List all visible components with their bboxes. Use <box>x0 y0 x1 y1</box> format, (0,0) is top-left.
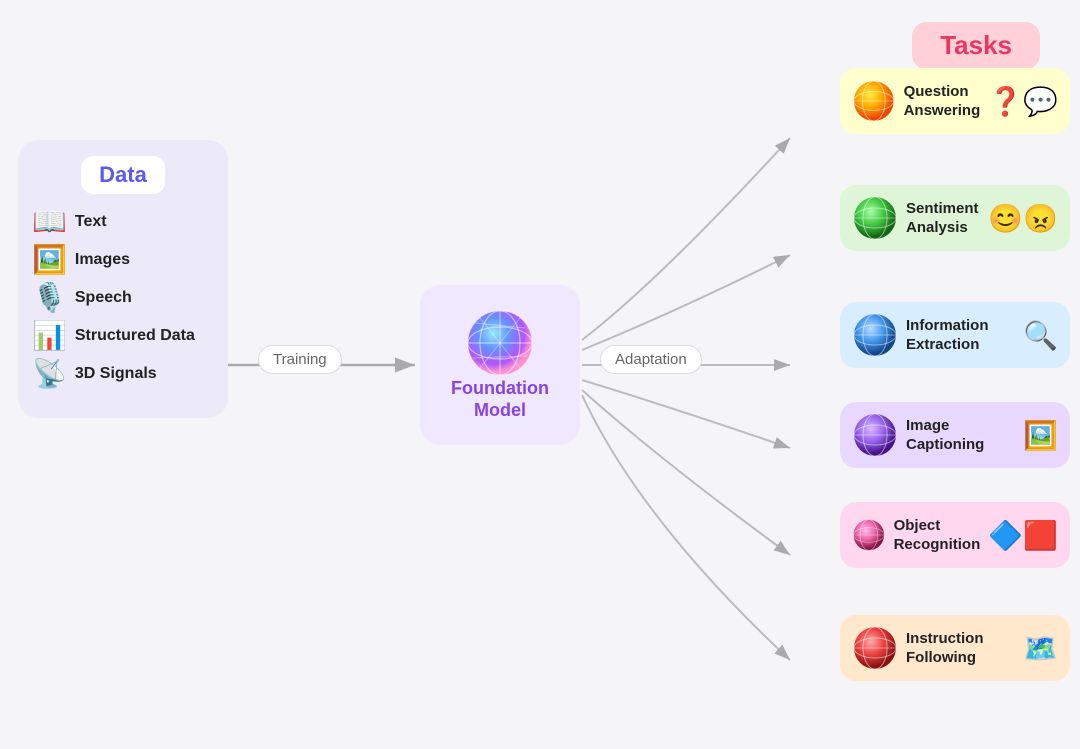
task-caption: ImageCaptioning 🖼️ <box>840 402 1070 468</box>
data-item-images: 🖼️ Images <box>32 246 214 274</box>
sentiment-icon: 😊😠 <box>988 202 1058 235</box>
task-qa: QuestionAnswering ❓💬 <box>840 68 1070 134</box>
info-icon: 🔍 <box>1023 319 1058 352</box>
speech-icon: 🎙️ <box>32 284 67 312</box>
structured-icon: 📊 <box>32 322 67 350</box>
data-label: Data <box>81 156 165 194</box>
adaptation-label: Adaptation <box>600 345 702 374</box>
qa-icon: ❓💬 <box>988 85 1058 118</box>
data-item-speech: 🎙️ Speech <box>32 284 214 312</box>
task-info: InformationExtraction 🔍 <box>840 302 1070 368</box>
caption-globe <box>852 412 898 458</box>
foundation-model-label: FoundationModel <box>451 378 549 421</box>
foundation-model-box: FoundationModel <box>420 285 580 445</box>
tasks-label: Tasks <box>912 22 1040 69</box>
instruction-globe <box>852 625 898 671</box>
data-item-signals: 📡 3D Signals <box>32 360 214 388</box>
caption-label: ImageCaptioning <box>906 416 1015 455</box>
sentiment-globe <box>852 195 898 241</box>
task-instruction: InstructionFollowing 🗺️ <box>840 615 1070 681</box>
caption-icon: 🖼️ <box>1023 419 1058 452</box>
qa-globe <box>852 78 896 124</box>
sentiment-label: SentimentAnalysis <box>906 199 980 238</box>
images-icon: 🖼️ <box>32 246 67 274</box>
info-globe <box>852 312 898 358</box>
data-item-text: 📖 Text <box>32 208 214 236</box>
instruction-icon: 🗺️ <box>1023 632 1058 665</box>
task-object: ObjectRecognition 🔷🟥 <box>840 502 1070 568</box>
data-item-structured: 📊 Structured Data <box>32 322 214 350</box>
text-icon: 📖 <box>32 208 67 236</box>
object-icon: 🔷🟥 <box>988 519 1058 552</box>
training-label: Training <box>258 345 342 374</box>
task-sentiment: SentimentAnalysis 😊😠 <box>840 185 1070 251</box>
data-label-text: Data <box>99 162 147 187</box>
data-panel: Data 📖 Text 🖼️ Images 🎙️ Speech 📊 Struct… <box>18 140 228 418</box>
signals-icon: 📡 <box>32 360 67 388</box>
instruction-label: InstructionFollowing <box>906 629 1015 668</box>
object-label: ObjectRecognition <box>894 516 981 555</box>
qa-label: QuestionAnswering <box>904 82 981 121</box>
foundation-model-globe <box>465 308 535 378</box>
object-globe <box>852 512 886 558</box>
info-label: InformationExtraction <box>906 316 1015 355</box>
